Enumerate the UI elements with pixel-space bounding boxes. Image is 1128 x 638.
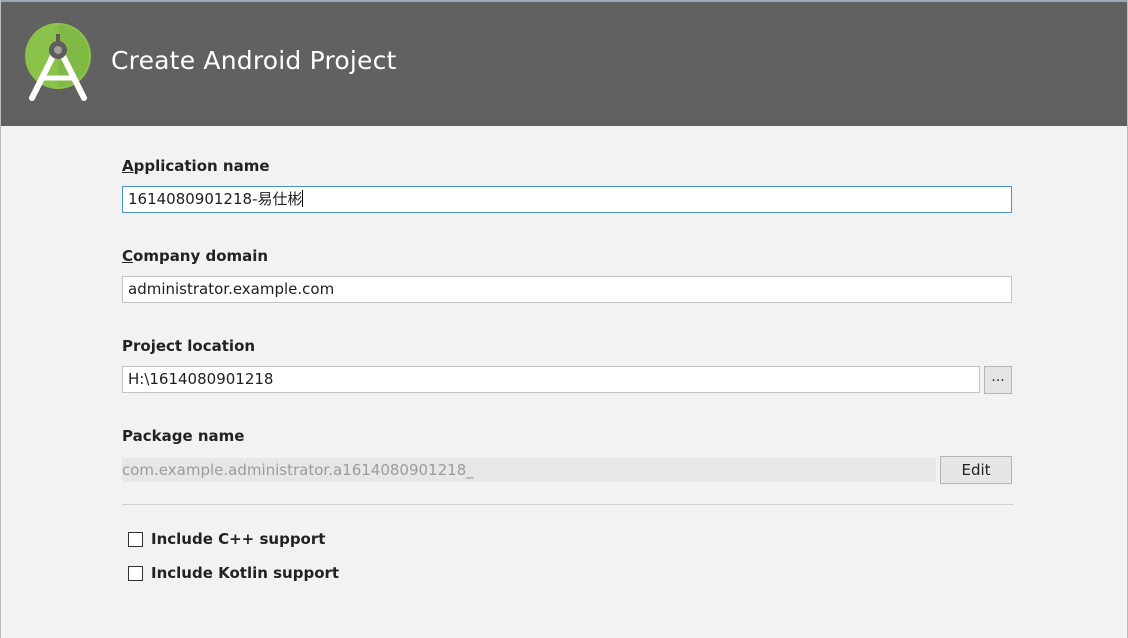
- cpp-support-checkbox[interactable]: [128, 531, 143, 547]
- project-location-input[interactable]: H:\1614080901218: [122, 366, 980, 393]
- project-location-label: Project location: [122, 337, 256, 355]
- company-domain-label-text: ompany domain: [133, 247, 269, 265]
- package-name-value: com.example.administrator.a1614080901218…: [122, 458, 936, 482]
- divider: [122, 504, 1013, 505]
- cpp-support-label[interactable]: Include C++ support: [151, 530, 325, 548]
- dialog-title: Create Android Project: [111, 46, 397, 75]
- dialog-header: Create Android Project: [1, 0, 1127, 126]
- android-studio-logo-icon: [25, 23, 91, 101]
- company-domain-value: administrator.example.com: [128, 280, 335, 298]
- company-domain-label: Company domain: [122, 247, 268, 265]
- company-domain-input[interactable]: administrator.example.com: [122, 276, 1012, 303]
- project-location-value: H:\1614080901218: [128, 370, 274, 388]
- kotlin-support-label[interactable]: Include Kotlin support: [151, 564, 339, 582]
- cpp-support-option[interactable]: Include C++ support: [128, 529, 325, 549]
- app-name-input[interactable]: 1614080901218-易仕彬: [122, 186, 1012, 213]
- kotlin-support-checkbox[interactable]: [128, 565, 143, 581]
- company-domain-label-mnemonic: C: [122, 247, 134, 265]
- app-name-label-mnemonic: A: [122, 157, 134, 175]
- text-caret: [302, 190, 304, 207]
- package-name-label: Package name: [122, 427, 245, 445]
- edit-package-button[interactable]: Edit: [940, 456, 1012, 484]
- kotlin-support-option[interactable]: Include Kotlin support: [128, 563, 339, 583]
- browse-location-button[interactable]: ...: [984, 366, 1012, 394]
- create-project-dialog: Create Android Project Application name …: [0, 0, 1128, 638]
- app-name-label: Application name: [122, 157, 270, 175]
- app-name-label-text: pplication name: [133, 157, 270, 175]
- app-name-value: 1614080901218-易仕彬: [128, 190, 303, 208]
